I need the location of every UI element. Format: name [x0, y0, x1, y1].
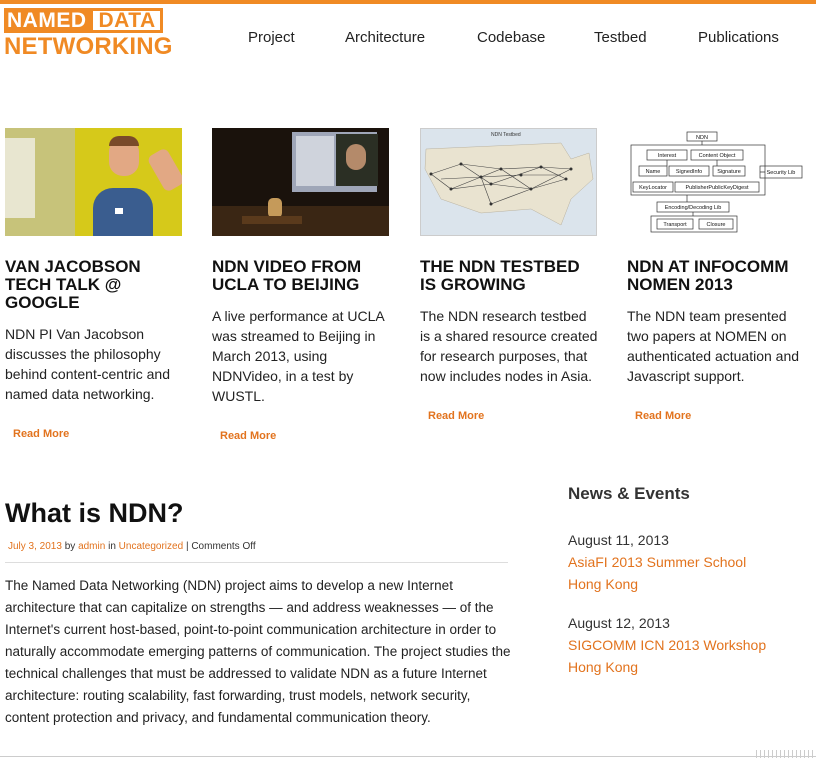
diagram-name: Name	[646, 169, 661, 175]
feature-card-3: NDN Testbed THE NDN TESTBED IS GROWING T…	[420, 128, 600, 422]
diagram-keylocator: KeyLocator	[639, 185, 667, 191]
diagram-security: Security Lib	[767, 170, 796, 176]
nav-codebase[interactable]: Codebase	[477, 29, 545, 46]
diagram-signature: Signature	[717, 169, 741, 175]
card-body: The NDN research testbed is a shared res…	[420, 308, 598, 384]
top-accent-bar	[0, 0, 816, 4]
nav-publications[interactable]: Publications	[698, 29, 779, 46]
event-date: August 11, 2013	[568, 532, 669, 548]
nav-architecture[interactable]: Architecture	[345, 29, 425, 46]
card-title[interactable]: NDN AT INFOCOMM NOMEN 2013	[627, 258, 807, 294]
event-item: August 11, 2013 AsiaFI 2013 Summer Schoo…	[568, 529, 746, 595]
card-title[interactable]: THE NDN TESTBED IS GROWING	[420, 258, 600, 294]
feature-card-2: NDN VIDEO FROM UCLA TO BEIJING A live pe…	[212, 128, 392, 442]
diagram-svg: NDN Interest Content Object Name SignedI…	[630, 131, 803, 233]
diagram-encoding: Encoding/Decoding Lib	[665, 205, 722, 211]
event-item: August 12, 2013 SIGCOMM ICN 2013 Worksho…	[568, 612, 766, 678]
read-more-link[interactable]: Read More	[220, 430, 392, 442]
read-more-link[interactable]: Read More	[13, 428, 185, 440]
diagram-ndn: NDN	[696, 135, 708, 141]
post-meta: July 3, 2013 by admin in Uncategorized |…	[8, 541, 256, 552]
card-body: A live performance at UCLA was streamed …	[212, 308, 384, 404]
event-date: August 12, 2013	[568, 615, 670, 631]
event-name-link[interactable]: AsiaFI 2013 Summer School	[568, 551, 746, 573]
van-jacobson-photo[interactable]	[5, 128, 182, 236]
card-body: The NDN team presented two papers at NOM…	[627, 308, 800, 384]
news-events-heading: News & Events	[568, 484, 690, 503]
post-author-link[interactable]: admin	[78, 541, 105, 552]
diagram-interest: Interest	[658, 153, 677, 159]
post-body: The Named Data Networking (NDN) project …	[5, 578, 511, 725]
read-more-link[interactable]: Read More	[635, 410, 807, 422]
feature-card-4: NDN Interest Content Object Name SignedI…	[627, 128, 807, 422]
main-nav: Project Architecture Codebase Testbed Pu…	[0, 29, 816, 49]
nav-project[interactable]: Project	[248, 29, 295, 46]
read-more-link[interactable]: Read More	[428, 410, 600, 422]
feature-card-1: VAN JACOBSON TECH TALK @ GOOGLE NDN PI V…	[5, 128, 185, 440]
scroll-indicator	[756, 750, 816, 758]
diagram-signed: SignedInfo	[676, 169, 702, 175]
event-name-link[interactable]: SIGCOMM ICN 2013 Workshop	[568, 634, 766, 656]
event-location-link[interactable]: Hong Kong	[568, 656, 766, 678]
card-body: NDN PI Van Jacobson discusses the philos…	[5, 326, 170, 402]
diagram-digest: PublisherPublicKeyDigest	[686, 185, 749, 191]
post-comments: Comments Off	[191, 541, 256, 552]
ndn-video-photo[interactable]	[212, 128, 389, 236]
card-title[interactable]: NDN VIDEO FROM UCLA TO BEIJING	[212, 258, 392, 294]
post-in: in	[108, 541, 116, 552]
post-date-link[interactable]: July 3, 2013	[8, 541, 62, 552]
nav-testbed[interactable]: Testbed	[594, 29, 647, 46]
ndn-architecture-diagram[interactable]: NDN Interest Content Object Name SignedI…	[627, 128, 804, 236]
diagram-closure: Closure	[707, 222, 726, 228]
post-separator: |	[185, 541, 189, 552]
post-category-link[interactable]: Uncategorized	[119, 541, 183, 552]
post-by: by	[64, 541, 76, 552]
testbed-map-svg	[424, 142, 594, 226]
bottom-divider	[0, 756, 816, 757]
post-title[interactable]: What is NDN?	[5, 498, 184, 529]
diagram-content: Content Object	[699, 153, 736, 159]
diagram-transport: Transport	[663, 222, 687, 228]
post-divider	[5, 562, 508, 563]
testbed-map-image[interactable]: NDN Testbed	[420, 128, 597, 236]
card-title[interactable]: VAN JACOBSON TECH TALK @ GOOGLE	[5, 258, 185, 312]
event-location-link[interactable]: Hong Kong	[568, 573, 746, 595]
